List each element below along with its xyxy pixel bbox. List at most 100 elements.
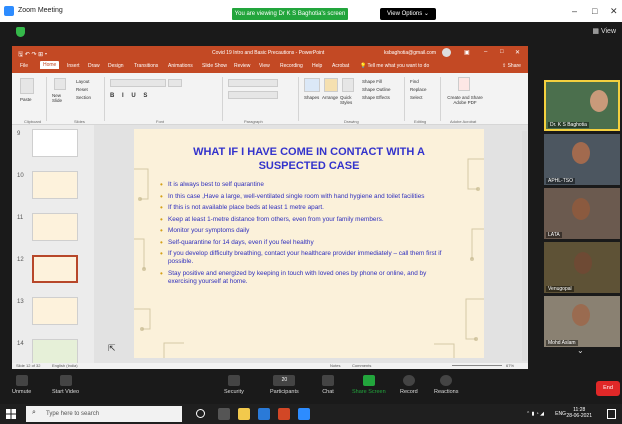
shape-fill-button[interactable]: Shape Fill [362, 79, 382, 84]
cortana-icon[interactable] [196, 409, 205, 418]
clock[interactable]: 11:28 28-06-2021 [566, 407, 592, 419]
participant-tile[interactable]: Venugopal [544, 242, 620, 293]
new-slide-icon[interactable] [54, 78, 66, 90]
ppt-statusbar: Slide 12 of 32 English (India) Notes Com… [12, 363, 528, 369]
tab-slideshow[interactable]: Slide Show [202, 63, 227, 69]
font-name-select[interactable] [110, 79, 166, 87]
reactions-button[interactable]: Reactions [434, 375, 458, 395]
ribbon-separator [104, 77, 105, 121]
notifications-icon[interactable] [607, 409, 616, 419]
view-button[interactable]: ▦ View [592, 27, 616, 35]
record-button[interactable]: Record [400, 375, 418, 395]
find-button[interactable]: Find [410, 79, 419, 84]
ribbon-display-icon[interactable]: ▣ [464, 49, 470, 56]
windows-start-icon[interactable] [6, 409, 16, 419]
ppt-maximize-icon[interactable]: □ [500, 49, 504, 55]
zoom-slider[interactable] [452, 365, 502, 366]
video-feed [574, 252, 592, 274]
reset-button[interactable]: Reset [76, 87, 88, 92]
start-video-button[interactable]: Start Video [52, 375, 79, 395]
chat-button[interactable]: Chat [322, 375, 334, 395]
participant-tile[interactable]: LATA [544, 188, 620, 239]
participants-button[interactable]: 20 Participants [270, 375, 299, 395]
slide-scrollbar[interactable] [522, 131, 527, 361]
comments-button[interactable]: Comments [352, 363, 371, 368]
tab-file[interactable]: File [20, 63, 28, 69]
current-slide[interactable]: WHAT IF I HAVE COME IN CONTACT WITH A SU… [134, 129, 484, 358]
tab-insert[interactable]: Insert [67, 63, 80, 69]
taskbar-search-box[interactable]: ⌕ Type here to search [26, 406, 182, 422]
group-adobe-acrobat: Adobe Acrobat [450, 119, 477, 124]
slide-thumbnail-10[interactable] [32, 171, 78, 199]
share-screen-button[interactable]: Share Screen [352, 375, 386, 395]
participant-tile[interactable]: APHL-TSO [544, 134, 620, 185]
tab-help[interactable]: Help [312, 63, 322, 69]
tab-recording[interactable]: Recording [280, 63, 303, 69]
font-format-icons[interactable]: B I U S [110, 93, 150, 99]
adobe-pdf-icon[interactable] [458, 77, 470, 91]
slide-thumbnail-11[interactable] [32, 213, 78, 241]
tab-animations[interactable]: Animations [168, 63, 193, 69]
encryption-shield-icon[interactable] [16, 27, 25, 37]
paragraph-align-icons[interactable] [228, 91, 278, 99]
ppt-title: Covid 19 Intro and Basic Precautions - P… [212, 50, 325, 56]
edge-icon[interactable] [258, 408, 270, 420]
participant-tile[interactable]: Mohd Aslam [544, 296, 620, 347]
thumb-number: 10 [17, 173, 24, 179]
save-icon[interactable]: 🖫 ↶ ↷ ⊞ ▾ [18, 50, 47, 60]
maximize-icon[interactable]: □ [592, 6, 597, 16]
thumb-number: 13 [17, 299, 24, 305]
slide-thumbnail-9[interactable] [32, 129, 78, 157]
language-indicator[interactable]: ENG [555, 411, 566, 417]
paste-icon[interactable] [20, 78, 34, 94]
user-avatar[interactable] [442, 48, 451, 57]
minimize-icon[interactable]: – [572, 6, 577, 16]
tab-design[interactable]: Design [108, 63, 124, 69]
share-button[interactable]: ⇪ Share [502, 63, 521, 69]
replace-button[interactable]: Replace [410, 87, 427, 92]
shapes-label: Shapes [304, 95, 320, 100]
security-button[interactable]: Security [224, 375, 244, 395]
new-slide-label: New Slide [52, 93, 63, 103]
ppt-minimize-icon[interactable]: – [484, 49, 487, 55]
select-button[interactable]: Select [410, 95, 423, 100]
notes-button[interactable]: Notes [330, 363, 340, 368]
participant-tile[interactable]: Dr. K S Baghotia [544, 80, 620, 131]
slide-bullets: It is always best to self quarantine In … [160, 181, 456, 289]
shape-effects-button[interactable]: Shape Effects [362, 95, 390, 100]
layout-button[interactable]: Layout [76, 79, 90, 84]
end-meeting-button[interactable]: End [596, 381, 620, 396]
tab-home[interactable]: Home [40, 61, 60, 69]
slide-thumbnail-13[interactable] [32, 297, 78, 325]
task-view-icon[interactable] [218, 408, 230, 420]
tab-acrobat[interactable]: Acrobat [332, 63, 349, 69]
zoom-taskbar-icon[interactable] [298, 408, 310, 420]
record-icon [402, 375, 415, 386]
unmute-button[interactable]: Unmute [12, 375, 31, 395]
ribbon-separator [298, 77, 299, 121]
tab-draw[interactable]: Draw [88, 63, 100, 69]
powerpoint-taskbar-icon[interactable] [278, 408, 290, 420]
quick-styles-icon[interactable] [342, 78, 354, 92]
tab-view[interactable]: View [259, 63, 270, 69]
slide-thumbnail-12[interactable] [32, 255, 78, 283]
view-options-button[interactable]: View Options ⌄ [380, 8, 436, 20]
ppt-close-icon[interactable]: ✕ [515, 49, 520, 56]
shape-outline-button[interactable]: Shape Outline [362, 87, 391, 92]
chat-label: Chat [322, 389, 334, 395]
font-size-select[interactable] [168, 79, 182, 87]
tray-icons[interactable]: ⌃ ▮ ◔ ◢ [526, 411, 544, 417]
section-button[interactable]: Section [76, 95, 91, 100]
tab-review[interactable]: Review [234, 63, 250, 69]
close-icon[interactable]: ✕ [610, 6, 618, 17]
participant-name: APHL-TSO [546, 178, 576, 184]
tell-me-search[interactable]: 💡 Tell me what you want to do [360, 63, 429, 69]
paragraph-list-icons[interactable] [228, 79, 278, 87]
shapes-icon[interactable] [304, 78, 320, 92]
tab-transitions[interactable]: Transitions [134, 63, 158, 69]
arrange-icon[interactable] [324, 78, 338, 92]
file-explorer-icon[interactable] [238, 408, 250, 420]
video-feed [572, 142, 590, 164]
chevron-down-icon[interactable]: ⌄ [577, 346, 584, 355]
group-drawing: Drawing [344, 119, 359, 124]
